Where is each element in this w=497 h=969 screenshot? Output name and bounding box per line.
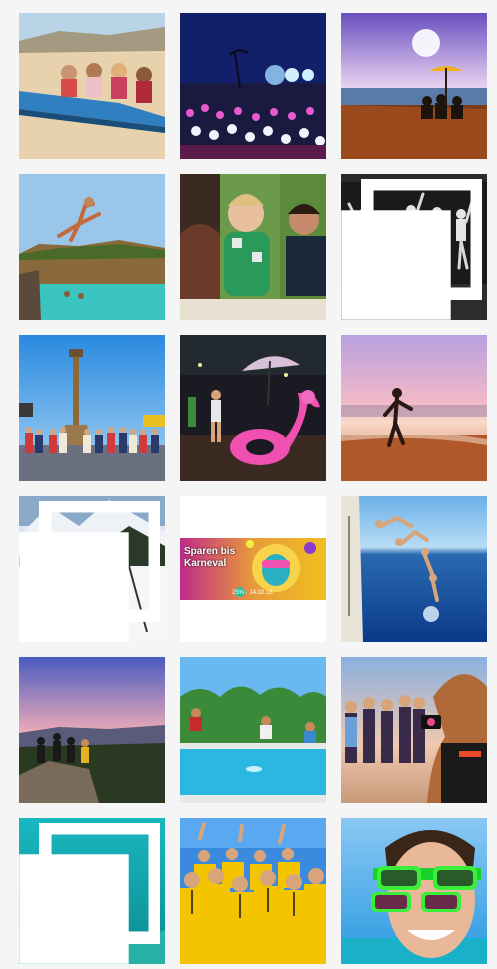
multiple-photos-icon bbox=[19, 501, 160, 642]
photo-boat-jump bbox=[341, 496, 487, 642]
promo-footnote: 25% · 14.02.18 bbox=[232, 590, 273, 596]
feed-post-mountain-sunset-hikers[interactable] bbox=[19, 657, 165, 803]
feed-post-underwater-snorkel[interactable] bbox=[19, 818, 165, 964]
photo-grid: Sparen bis Karneval 25% · 14.02.18 bbox=[19, 13, 487, 964]
feed-post-ski-trip[interactable] bbox=[19, 496, 165, 642]
feed-post-beach-silhouette[interactable] bbox=[341, 335, 487, 481]
feed-post-beach-surf-kids[interactable] bbox=[19, 13, 165, 159]
multiple-photos-icon bbox=[341, 179, 482, 320]
photo-karneval-promo bbox=[180, 496, 326, 642]
feed-post-beach-selfie-phone[interactable] bbox=[341, 657, 487, 803]
feed-post-yellow-team-cheer[interactable] bbox=[180, 818, 326, 964]
photo-beach-festival-night bbox=[180, 13, 326, 159]
photo-yellow-team-cheer bbox=[180, 818, 326, 964]
feed-post-sunset-umbrella[interactable] bbox=[341, 13, 487, 159]
feed-post-cliff-jump[interactable] bbox=[19, 174, 165, 320]
photo-flamingo-party bbox=[180, 335, 326, 481]
photo-green-sunglasses bbox=[341, 818, 487, 964]
feed-post-karneval-promo[interactable]: Sparen bis Karneval 25% · 14.02.18 bbox=[180, 496, 326, 642]
feed-post-boat-jump[interactable] bbox=[341, 496, 487, 642]
promo-title-line2: Karneval bbox=[184, 558, 227, 569]
feed-post-laughing-teens[interactable] bbox=[180, 174, 326, 320]
feed-post-columbus-monument-group[interactable] bbox=[19, 335, 165, 481]
photo-laughing-teens bbox=[180, 174, 326, 320]
feed-post-dance-group-jump[interactable] bbox=[341, 174, 487, 320]
photo-mountain-sunset-hikers bbox=[19, 657, 165, 803]
feed-post-pool-jump[interactable] bbox=[180, 657, 326, 803]
feed-post-flamingo-party[interactable] bbox=[180, 335, 326, 481]
feed-post-beach-festival-night[interactable] bbox=[180, 13, 326, 159]
photo-columbus-monument-group bbox=[19, 335, 165, 481]
photo-beach-selfie-phone bbox=[341, 657, 487, 803]
photo-cliff-jump bbox=[19, 174, 165, 320]
multiple-photos-icon bbox=[19, 823, 160, 964]
photo-beach-surf-kids bbox=[19, 13, 165, 159]
photo-sunset-umbrella bbox=[341, 13, 487, 159]
feed-post-green-sunglasses[interactable] bbox=[341, 818, 487, 964]
photo-beach-silhouette bbox=[341, 335, 487, 481]
photo-pool-jump bbox=[180, 657, 326, 803]
promo-title-line1: Sparen bis bbox=[184, 546, 236, 557]
